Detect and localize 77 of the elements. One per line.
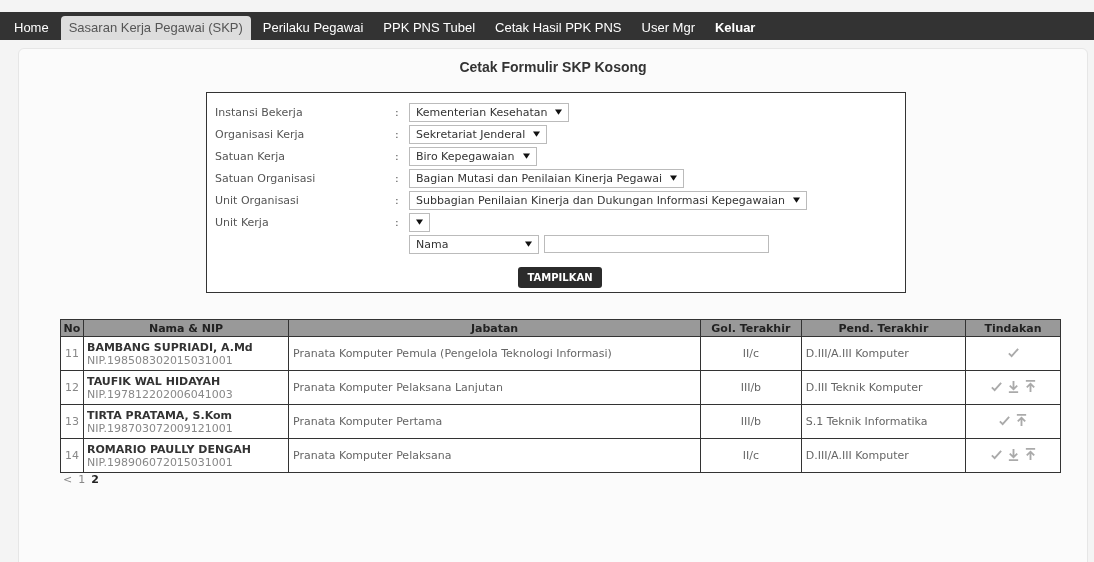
table-cell: III/b — [700, 370, 802, 405]
colon: : — [395, 215, 400, 229]
column-header: No — [60, 319, 84, 337]
caret-icon — [555, 109, 563, 115]
nav-tab[interactable]: Perilaku Pegawai — [254, 16, 372, 40]
checkmark-icon[interactable] — [989, 447, 1003, 461]
employee-nip: NIP.197812202006041003 — [87, 387, 234, 401]
field-label: Satuan Organisasi — [215, 171, 317, 185]
table-cell: Pranata Komputer Pemula (Pengelola Teknologi Informasi) — [288, 336, 701, 371]
column-header: Tindakan — [965, 319, 1061, 337]
table-cell: III/b — [700, 404, 802, 439]
caret-icon — [522, 153, 530, 159]
table-cell: II/c — [700, 438, 802, 473]
field-label: Organisasi Kerja — [215, 127, 306, 141]
dropdown[interactable]: Biro Kepegawaian — [409, 146, 537, 166]
page-link[interactable]: 2 — [91, 473, 99, 486]
field-label: Satuan Kerja — [215, 149, 286, 163]
upload-icon[interactable] — [1015, 413, 1028, 427]
table-cell: S.1 Teknik Informatika — [801, 404, 966, 439]
employee-name: TAUFIK WAL HIDAYAH — [87, 374, 222, 388]
colon: : — [395, 105, 400, 119]
table-cell: 12 — [60, 370, 84, 405]
column-header: Gol. Terakhir — [700, 319, 802, 337]
dropdown[interactable]: Subbagian Penilaian Kinerja dan Dukungan Informasi Kepegawaian — [409, 190, 807, 210]
show-button[interactable]: TAMPILKAN — [518, 267, 602, 288]
caret-icon — [533, 131, 541, 137]
field-label: Unit Kerja — [215, 215, 270, 229]
table-cell: Pranata Komputer Pelaksana — [288, 438, 701, 473]
table-cell: Pranata Komputer Pelaksana Lanjutan — [288, 370, 701, 405]
upload-icon[interactable] — [1023, 447, 1037, 461]
nav-tab[interactable]: Keluar — [706, 16, 764, 40]
nav-tab[interactable]: PPK PNS Tubel — [375, 16, 484, 40]
table-cell: 11 — [60, 336, 84, 371]
caret-icon — [670, 175, 677, 181]
dropdown[interactable]: Kementerian Kesehatan — [409, 102, 570, 122]
search-dropdown[interactable]: Nama — [409, 234, 539, 254]
employee-nip: NIP.198906072015031001 — [87, 455, 234, 469]
employee-name: ROMARIO PAULLY DENGAH — [87, 442, 252, 456]
employee-nip: NIP.198703072009121001 — [87, 421, 234, 435]
checkmark-icon[interactable] — [1006, 345, 1020, 359]
dropdown[interactable]: Sekretariat Jenderal — [409, 124, 548, 144]
table-cell: D.III Teknik Komputer — [801, 370, 966, 405]
table-cell: D.III/A.III Komputer — [801, 438, 966, 473]
dropdown[interactable]: Bagian Mutasi dan Penilaian Kinerja Pegawai — [409, 168, 684, 188]
page-link[interactable]: < — [63, 473, 73, 486]
table-cell: 13 — [60, 404, 84, 439]
column-header: Nama & NIP — [83, 319, 289, 337]
column-header: Jabatan — [288, 319, 701, 337]
field-label: Instansi Bekerja — [215, 105, 304, 119]
field-label: Unit Organisasi — [215, 193, 300, 207]
table-cell: D.III/A.III Komputer — [801, 336, 966, 371]
nav-tab[interactable]: User Mgr — [633, 16, 703, 40]
employee-name: TIRTA PRATAMA, S.Kom — [87, 408, 234, 422]
table-cell: 14 — [60, 438, 84, 473]
column-header: Pend. Terakhir — [801, 319, 966, 337]
caret-icon — [792, 197, 800, 203]
employee-nip: NIP.198508302015031001 — [87, 353, 234, 367]
checkmark-icon[interactable] — [998, 413, 1011, 427]
colon: : — [395, 171, 400, 185]
page-title: Cetak Formulir SKP Kosong — [458, 59, 648, 75]
colon: : — [395, 127, 400, 141]
colon: : — [395, 193, 400, 207]
checkmark-icon[interactable] — [989, 379, 1003, 393]
employee-name: BAMBANG SUPRIADI, A.Md — [87, 340, 254, 354]
download-icon[interactable] — [1006, 447, 1020, 461]
nav-tab[interactable]: Cetak Hasil PPK PNS — [487, 16, 630, 40]
table-cell: II/c — [700, 336, 802, 371]
download-icon[interactable] — [1006, 379, 1020, 393]
search-field[interactable] — [544, 235, 769, 253]
table-cell: Pranata Komputer Pertama — [288, 404, 701, 439]
caret-icon — [525, 241, 532, 247]
colon: : — [395, 149, 400, 163]
upload-icon[interactable] — [1023, 379, 1037, 393]
dropdown[interactable] — [409, 212, 430, 232]
nav-tab[interactable]: Sasaran Kerja Pegawai (SKP) — [60, 16, 251, 40]
caret-icon — [416, 219, 423, 225]
nav-tab[interactable]: Home — [6, 16, 57, 40]
